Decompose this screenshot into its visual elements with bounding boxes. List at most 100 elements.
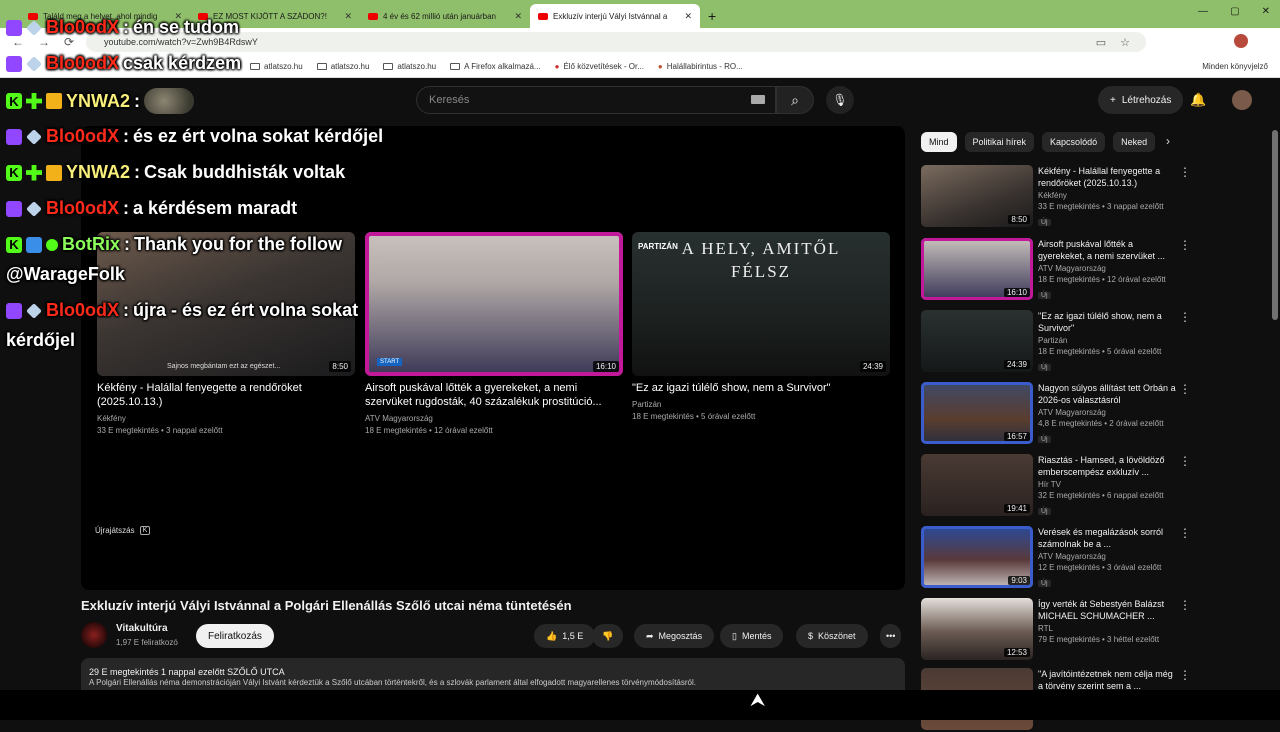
- minimize-button[interactable]: —: [1198, 6, 1208, 17]
- voice-search-button[interactable]: 🎙: [826, 86, 854, 114]
- crown-badge-icon: [46, 93, 62, 109]
- end-card-thumbnail[interactable]: PARTIZÁN A HELY, AMITŐL FÉLSZ 24:39: [632, 232, 890, 376]
- replay-button[interactable]: Újrajátszás K: [95, 526, 151, 535]
- recommendation-channel: ATV Magyarország: [1038, 408, 1106, 418]
- keyboard-icon[interactable]: [751, 95, 765, 104]
- bookmark-item[interactable]: A Firefox alkalmazá...: [450, 62, 541, 71]
- recommendation-info[interactable]: "Ez az igazi túlélő show, nem a Survivor…: [1038, 310, 1178, 374]
- search-input[interactable]: Keresés: [416, 86, 776, 114]
- bookmark-item[interactable]: ● Élő közvetítések - Or...: [555, 62, 644, 71]
- recommendation-thumbnail[interactable]: 16:57: [921, 382, 1033, 444]
- video-player[interactable]: Sajnos megbántam ezt az egészet... 8:50 …: [81, 126, 905, 590]
- recommendation-thumbnail[interactable]: 24:39: [921, 310, 1033, 372]
- more-options-icon[interactable]: ⋮: [1179, 668, 1191, 682]
- close-tab-icon[interactable]: ✕: [514, 11, 522, 22]
- more-options-icon[interactable]: ⋮: [1179, 165, 1191, 179]
- end-card[interactable]: PARTIZÁN A HELY, AMITŐL FÉLSZ 24:39 "Ez …: [632, 232, 890, 423]
- recommendation-item[interactable]: 9:03 Verések és megalázások sorról számol…: [921, 526, 1266, 590]
- recommendation-thumbnail[interactable]: 16:10: [921, 238, 1033, 300]
- recommendation-title[interactable]: Kékfény - Halállal fenyegette a rendőrök…: [1038, 165, 1178, 189]
- close-tab-icon[interactable]: ✕: [344, 11, 352, 22]
- search-button[interactable]: ⌕: [776, 86, 814, 114]
- bookmark-item[interactable]: atlatszo.hu: [383, 62, 436, 71]
- all-bookmarks[interactable]: Minden könyvjelző: [1202, 62, 1268, 71]
- bookmark-item[interactable]: ● Halállabirintus - RO...: [658, 62, 743, 71]
- new-badge: Új: [1038, 292, 1051, 300]
- thanks-button[interactable]: $ Köszönet: [796, 624, 868, 648]
- chip-politics[interactable]: Politikai hírek: [964, 132, 1035, 152]
- dislike-button[interactable]: 👎: [592, 624, 624, 648]
- like-button[interactable]: 👍 1,5 E: [534, 624, 596, 648]
- plus-badge-icon: [26, 164, 42, 181]
- browser-tab-3[interactable]: 4 év és 62 millió után januárban ✕: [360, 4, 530, 28]
- recommendation-title[interactable]: Riasztás - Hamsed, a lövöldöző emberscem…: [1038, 454, 1178, 478]
- cast-icon[interactable]: ▭: [1096, 36, 1106, 49]
- recommendation-title[interactable]: Így verték át Sebestyén Balázst MICHAEL …: [1038, 598, 1178, 622]
- share-button[interactable]: ➦ Megosztás: [634, 624, 715, 648]
- recommendation-item[interactable]: 8:50 Kékfény - Halállal fenyegette a rend…: [921, 165, 1266, 229]
- recommendation-info[interactable]: Nagyon súlyos állítást tett Orbán a 2026…: [1038, 382, 1178, 446]
- recommendation-title[interactable]: "Ez az igazi túlélő show, nem a Survivor…: [1038, 310, 1178, 334]
- end-card-thumbnail[interactable]: START 16:10: [365, 232, 623, 376]
- close-window-button[interactable]: ✕: [1262, 6, 1270, 17]
- recommendation-thumbnail[interactable]: 12:53: [921, 598, 1033, 660]
- bookmark-star-icon[interactable]: ☆: [1120, 36, 1130, 49]
- chip-related[interactable]: Kapcsolódó: [1042, 132, 1106, 152]
- recommendation-thumbnail[interactable]: 19:41: [921, 454, 1033, 516]
- create-button[interactable]: + Létrehozás: [1098, 86, 1184, 114]
- window-controls: — ▢ ✕: [1198, 6, 1270, 17]
- scrollbar-thumb[interactable]: [1272, 130, 1278, 320]
- recommendation-item[interactable]: 12:53 Így verték át Sebestyén Balázst MIC…: [921, 598, 1266, 662]
- recommendation-item[interactable]: 16:10 Airsoft puskával lőtték a gyerekeke…: [921, 238, 1266, 302]
- more-actions-button[interactable]: •••: [880, 624, 902, 648]
- more-options-icon[interactable]: ⋮: [1179, 598, 1191, 612]
- recommendation-info[interactable]: Airsoft puskával lőtték a gyerekeket, a …: [1038, 238, 1178, 302]
- more-options-icon[interactable]: ⋮: [1179, 382, 1191, 396]
- recommendation-info[interactable]: Kékfény - Halállal fenyegette a rendőrök…: [1038, 165, 1178, 229]
- more-options-icon[interactable]: ⋮: [1179, 238, 1191, 252]
- notifications-bell-icon[interactable]: 🔔: [1190, 92, 1206, 108]
- recommendation-info[interactable]: "A javítóintézetnek nem célja még a törv…: [1038, 668, 1178, 692]
- recommendation-title[interactable]: "A javítóintézetnek nem célja még a törv…: [1038, 668, 1178, 692]
- bookmark-item[interactable]: atlatszo.hu: [250, 62, 303, 71]
- channel-name[interactable]: Vitakultúra: [116, 623, 168, 634]
- end-card-title[interactable]: "Ez az igazi túlélő show, nem a Survivor…: [632, 382, 890, 396]
- recommendation-thumbnail[interactable]: 9:03: [921, 526, 1033, 588]
- chat-text: kérdőjel: [6, 330, 76, 350]
- browser-profile-avatar[interactable]: [1234, 34, 1248, 48]
- recommendation-info[interactable]: Így verték át Sebestyén Balázst MICHAEL …: [1038, 598, 1178, 644]
- recommendation-title[interactable]: Nagyon súlyos állítást tett Orbán a 2026…: [1038, 382, 1178, 406]
- recommendation-item[interactable]: 19:41 Riasztás - Hamsed, a lövöldöző embe…: [921, 454, 1266, 518]
- more-options-icon[interactable]: ⋮: [1179, 526, 1191, 540]
- url-field[interactable]: youtube.com/watch?v=Zwh9B4RdswY: [86, 32, 1146, 52]
- browser-tab-active[interactable]: Exkluzív interjú Vályi Istvánnal a ✕: [530, 4, 700, 28]
- recommendation-info[interactable]: Verések és megalázások sorról számolnak …: [1038, 526, 1178, 590]
- new-tab-button[interactable]: +: [700, 8, 724, 28]
- recommendation-title[interactable]: Airsoft puskával lőtték a gyerekeket, a …: [1038, 238, 1178, 262]
- tab-label: 4 év és 62 millió után januárban: [383, 11, 496, 21]
- chip-all[interactable]: Mind: [921, 132, 957, 152]
- create-label: Létrehozás: [1121, 94, 1172, 106]
- end-card[interactable]: Sajnos megbántam ezt az egészet... 8:50 …: [97, 232, 355, 437]
- recommendation-item[interactable]: 16:57 Nagyon súlyos állítást tett Orbán a…: [921, 382, 1266, 446]
- end-card-title[interactable]: Airsoft puskával lőtték a gyerekeket, a …: [365, 382, 623, 410]
- account-avatar[interactable]: [1232, 90, 1252, 110]
- maximize-button[interactable]: ▢: [1230, 6, 1239, 17]
- recommendation-thumbnail[interactable]: 8:50: [921, 165, 1033, 227]
- recommendation-item[interactable]: 24:39 "Ez az igazi túlélő show, nem a Sur…: [921, 310, 1266, 374]
- bookmark-item[interactable]: atlatszo.hu: [316, 62, 369, 71]
- save-button[interactable]: ▯ Mentés: [720, 624, 784, 648]
- channel-avatar[interactable]: [81, 622, 107, 648]
- recommendation-info[interactable]: Riasztás - Hamsed, a lövöldöző emberscem…: [1038, 454, 1178, 518]
- recommendation-title[interactable]: Verések és megalázások sorról számolnak …: [1038, 526, 1178, 550]
- more-options-icon[interactable]: ⋮: [1179, 310, 1191, 324]
- chip-for-you[interactable]: Neked: [1113, 132, 1156, 152]
- close-tab-icon[interactable]: ✕: [684, 11, 692, 22]
- end-card[interactable]: START 16:10 Airsoft puskával lőtték a gy…: [365, 232, 623, 437]
- end-card-title[interactable]: Kékfény - Halállal fenyegette a rendőrök…: [97, 382, 355, 410]
- more-options-icon[interactable]: ⋮: [1179, 454, 1191, 468]
- chevron-right-icon[interactable]: ›: [1166, 134, 1170, 148]
- gem-badge-icon: [26, 128, 42, 145]
- filter-chips: Mind Politikai hírek Kapcsolódó Neked: [921, 132, 1156, 152]
- subscribe-button[interactable]: Feliratkozás: [196, 624, 274, 648]
